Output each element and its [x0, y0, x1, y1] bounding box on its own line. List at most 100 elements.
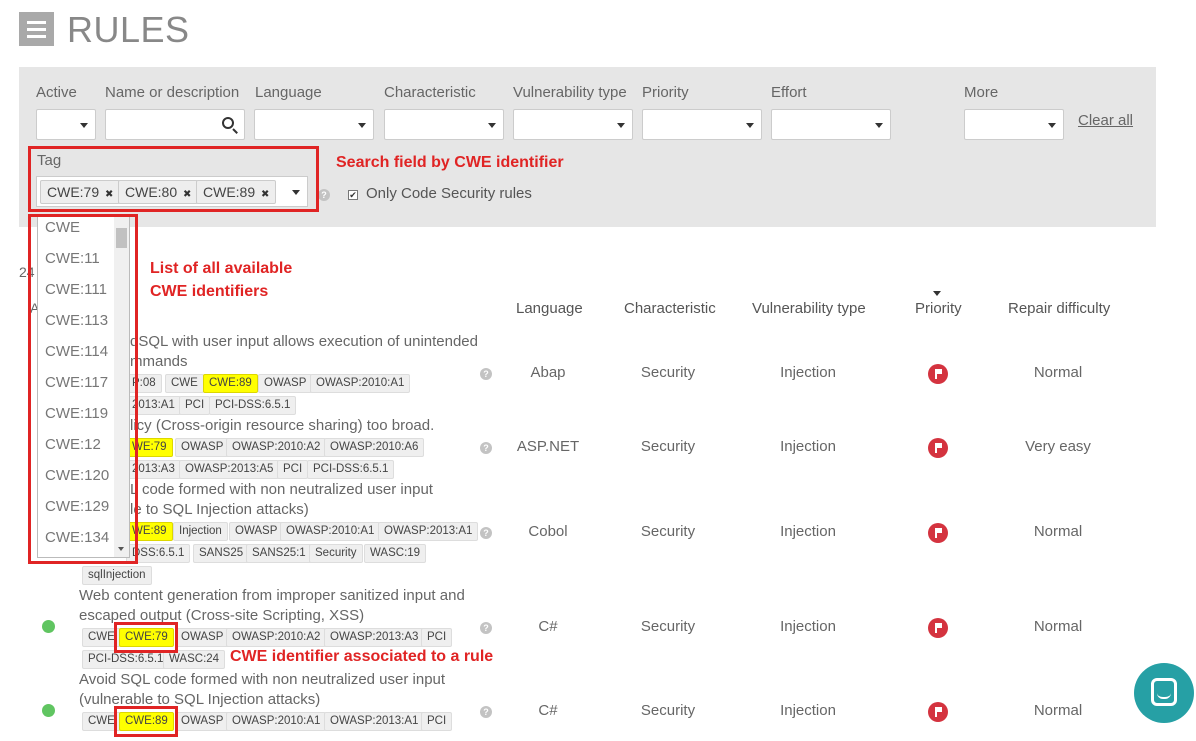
help-icon[interactable]: ?	[480, 527, 492, 539]
rule-title[interactable]: mmands	[130, 352, 188, 372]
annotation-list-line2: CWE identifiers	[150, 283, 269, 300]
help-icon[interactable]: ?	[480, 622, 492, 634]
active-status-dot	[42, 620, 55, 633]
effort-select[interactable]	[771, 109, 891, 140]
filter-label-language: Language	[255, 84, 322, 101]
page-title: RULES	[67, 9, 190, 50]
rule-title[interactable]: Web content generation from improper san…	[79, 586, 465, 606]
rule-tag[interactable]: SANS25:1	[246, 544, 312, 563]
active-status-dot	[42, 704, 55, 717]
rule-tag[interactable]: Security	[309, 544, 363, 563]
rule-tag[interactable]: P:08	[126, 374, 162, 393]
rule-language: C#	[538, 618, 558, 635]
rule-tag[interactable]: OWASP:2013:A1	[378, 522, 479, 541]
rule-tag[interactable]: PCI	[277, 460, 309, 479]
rule-tag[interactable]: OWASP:2010:A6	[324, 438, 425, 457]
rule-vulnerability: Injection	[780, 364, 836, 381]
rule-tag[interactable]: OWASP	[258, 374, 313, 393]
rule-title[interactable]: Avoid SQL code formed with non neutraliz…	[79, 670, 445, 690]
rule-tag[interactable]: OWASP:2010:A2	[226, 438, 327, 457]
column-header-vulnerability[interactable]: Vulnerability type	[752, 300, 866, 317]
rule-tag[interactable]: SANS25	[193, 544, 250, 563]
chevron-down-icon[interactable]	[292, 190, 300, 195]
rule-tag[interactable]: PCI	[421, 712, 453, 731]
rule-title[interactable]: (vulnerable to SQL Injection attacks)	[79, 690, 320, 710]
results-count: 24	[19, 264, 35, 280]
rule-title[interactable]: licy (Cross-origin resource sharing) too…	[130, 416, 434, 436]
rule-title[interactable]: dSQL with user input allows execution of…	[130, 332, 478, 352]
column-header-language[interactable]: Language	[516, 300, 583, 317]
active-select[interactable]	[36, 109, 96, 140]
rule-tag[interactable]: PCI-DSS:6.5.1	[307, 460, 395, 479]
rule-title[interactable]: escaped output (Cross-site Scripting, XS…	[79, 606, 364, 626]
rule-tag[interactable]: DSS:6.5.1	[126, 544, 191, 563]
rule-tag[interactable]: PCI	[179, 396, 211, 415]
rule-tag[interactable]: OWASP	[175, 712, 230, 731]
rule-tag[interactable]: CWE	[165, 374, 204, 393]
rule-tag-highlighted[interactable]: WE:89	[126, 522, 173, 541]
clear-all-link[interactable]: Clear all	[1078, 112, 1133, 129]
sort-arrow-icon[interactable]	[933, 291, 941, 296]
rule-title[interactable]: L code formed with non neutralized user …	[130, 480, 433, 500]
rule-title[interactable]: le to SQL Injection attacks)	[130, 500, 309, 520]
rule-tag[interactable]: OWASP:2010:A1	[280, 522, 381, 541]
tag-chip[interactable]: CWE:89 ✖	[196, 180, 277, 204]
column-header-priority[interactable]: Priority	[915, 300, 962, 317]
remove-icon[interactable]: ✖	[105, 189, 113, 200]
tag-chip[interactable]: CWE:80 ✖	[118, 180, 199, 204]
help-icon[interactable]: ?	[480, 442, 492, 454]
rule-tag[interactable]: OWASP	[229, 522, 284, 541]
rule-tag[interactable]: CWE	[82, 628, 121, 647]
tag-chip[interactable]: CWE:79 ✖	[40, 180, 121, 204]
help-icon[interactable]: ?	[480, 368, 492, 380]
rule-language: C#	[538, 702, 558, 719]
priority-flag-icon	[928, 618, 948, 638]
rule-tag-highlighted[interactable]: WE:79	[126, 438, 173, 457]
vulnerability-select[interactable]	[513, 109, 633, 140]
rule-tag[interactable]: OWASP:2013:A5	[179, 460, 280, 479]
rule-tag[interactable]: 2013:A3	[126, 460, 181, 479]
only-security-checkbox[interactable]: ✔	[348, 190, 358, 200]
priority-flag-icon	[928, 702, 948, 722]
rule-repair: Normal	[1033, 702, 1083, 719]
rule-tag[interactable]: OWASP:2010:A1	[310, 374, 411, 393]
rule-tag[interactable]: OWASP:2013:A1	[324, 712, 425, 731]
chevron-down-icon	[746, 123, 754, 128]
remove-icon[interactable]: ✖	[183, 189, 191, 200]
rule-tag[interactable]: PCI-DSS:6.5.1	[82, 650, 170, 669]
rule-tag-highlighted[interactable]: CWE:89	[119, 712, 174, 731]
rule-tag[interactable]: OWASP	[175, 438, 230, 457]
help-icon[interactable]: ?	[318, 189, 330, 201]
rule-tag[interactable]: OWASP	[175, 628, 230, 647]
column-header-characteristic[interactable]: Characteristic	[624, 300, 716, 317]
column-header-repair[interactable]: Repair difficulty	[1008, 300, 1110, 317]
rule-tag[interactable]: WASC:24	[163, 650, 226, 669]
rule-vulnerability: Injection	[780, 438, 836, 455]
search-icon[interactable]	[222, 117, 234, 129]
rule-tag[interactable]: OWASP:2010:A1	[226, 712, 327, 731]
priority-select[interactable]	[642, 109, 762, 140]
chat-button[interactable]	[1134, 663, 1194, 723]
rule-characteristic: Security	[640, 438, 696, 455]
rule-tag-highlighted[interactable]: CWE:89	[203, 374, 258, 393]
scroll-down-arrow-icon[interactable]	[118, 547, 124, 551]
rule-tag[interactable]: WASC:19	[364, 544, 427, 563]
rule-tag-highlighted[interactable]: CWE:79	[119, 628, 174, 647]
rule-tag[interactable]: PCI-DSS:6.5.1	[209, 396, 297, 415]
scrollbar-thumb[interactable]	[116, 228, 127, 248]
rule-tag[interactable]: Injection	[173, 522, 228, 541]
tag-select[interactable]: CWE:79 ✖ CWE:80 ✖ CWE:89 ✖	[36, 176, 308, 207]
rule-characteristic: Security	[640, 523, 696, 540]
rule-tag[interactable]: sqlInjection	[82, 566, 152, 585]
characteristic-select[interactable]	[384, 109, 504, 140]
help-icon[interactable]: ?	[480, 706, 492, 718]
rule-tag[interactable]: CWE	[82, 712, 121, 731]
scrollbar[interactable]	[114, 215, 129, 557]
language-select[interactable]	[254, 109, 374, 140]
name-search-input[interactable]	[105, 109, 245, 140]
remove-icon[interactable]: ✖	[261, 189, 269, 200]
rule-tag[interactable]: 2013:A1	[126, 396, 181, 415]
more-select[interactable]	[964, 109, 1064, 140]
cwe-dropdown-list[interactable]: CWE CWE:11 CWE:111 CWE:113 CWE:114 CWE:1…	[37, 214, 130, 558]
menu-icon[interactable]	[19, 12, 54, 46]
